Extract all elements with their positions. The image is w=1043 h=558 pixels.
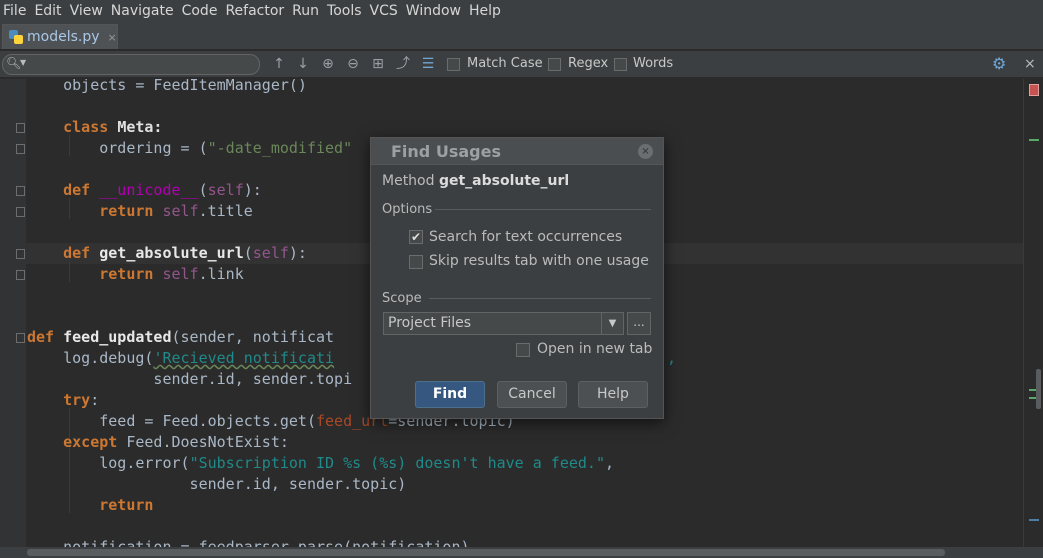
open-in-new-tab-checkbox[interactable]	[516, 343, 530, 357]
code-line: notification = feedparser.parse(notifica…	[27, 538, 470, 547]
close-icon[interactable]: ×	[108, 31, 117, 44]
menu-file[interactable]: File	[0, 0, 30, 22]
fold-marker-icon[interactable]	[16, 207, 25, 217]
scope-select[interactable]: Project Files ▼	[383, 312, 624, 335]
add-occurrence-icon[interactable]: ⊕	[319, 55, 337, 73]
match-case-checkbox[interactable]	[447, 58, 460, 71]
code-line: log.debug('Recieved notificati	[27, 349, 335, 367]
code-line: def get_absolute_url(self):	[63, 244, 307, 262]
chevron-down-icon[interactable]: ▼	[601, 313, 623, 334]
code-line: except Feed.DoesNotExist:	[63, 433, 289, 451]
code-line: return self.link	[99, 265, 244, 283]
search-text-occurrences-label[interactable]: Search for text occurrences	[429, 229, 622, 245]
find-usages-dialog: Find Usages × Method get_absolute_url Op…	[370, 137, 664, 419]
code-line: try:	[63, 391, 100, 409]
code-line: sender.id, sender.topi	[27, 370, 353, 388]
editor-tab-bar: models.py ×	[0, 22, 1043, 50]
dialog-title: Find Usages	[391, 142, 501, 161]
code-line: return	[99, 496, 154, 514]
python-file-icon	[9, 30, 23, 44]
code-line: objects = FeedItemManager()	[27, 79, 307, 94]
regex-label[interactable]: Regex	[568, 56, 608, 71]
menu-bar: File Edit View Navigate Code Refactor Ru…	[0, 0, 1043, 22]
words-checkbox[interactable]	[614, 58, 627, 71]
menu-navigate[interactable]: Navigate	[107, 0, 178, 22]
code-line: def __unicode__(self):	[63, 181, 262, 199]
arrow-down-icon[interactable]: ↓	[294, 55, 312, 73]
skip-results-tab-checkbox[interactable]	[409, 255, 423, 269]
fold-marker-icon[interactable]	[16, 249, 25, 259]
open-in-new-tab-label[interactable]: Open in new tab	[537, 341, 652, 357]
options-section-label: Options	[382, 202, 433, 217]
search-field: 🔍︎ ▼	[2, 54, 260, 75]
error-indicator-icon[interactable]	[1029, 84, 1039, 96]
close-icon[interactable]: ×	[1024, 56, 1036, 72]
horizontal-scrollbar-thumb[interactable]	[27, 549, 945, 556]
fold-marker-icon[interactable]	[16, 333, 25, 343]
chevron-down-icon[interactable]: ▼	[20, 58, 26, 67]
file-tab-models-py[interactable]: models.py ×	[2, 24, 118, 49]
skip-results-tab-label[interactable]: Skip results tab with one usage	[429, 253, 649, 269]
fold-marker-icon[interactable]	[16, 270, 25, 280]
scope-selected-value: Project Files	[388, 315, 472, 331]
fold-marker-icon[interactable]	[16, 144, 25, 154]
regex-checkbox[interactable]	[548, 58, 561, 71]
find-button[interactable]: Find	[415, 381, 485, 408]
export-icon[interactable]: ⤴	[394, 55, 412, 73]
close-icon[interactable]: ×	[638, 144, 653, 159]
vertical-scrollbar-thumb[interactable]	[1036, 369, 1041, 409]
arrow-up-icon[interactable]: ↑	[270, 55, 288, 73]
menu-vcs[interactable]: VCS	[366, 0, 402, 22]
scope-more-button[interactable]: ...	[627, 312, 651, 335]
fold-marker-icon[interactable]	[16, 186, 25, 196]
menu-refactor[interactable]: Refactor	[221, 0, 288, 22]
horizontal-scrollbar[interactable]	[0, 547, 1043, 558]
code-line: ordering = ("-date_modified"	[27, 139, 353, 157]
filter-icon[interactable]: ☰	[419, 55, 437, 73]
dialog-title-bar[interactable]: Find Usages ×	[371, 138, 663, 165]
words-label[interactable]: Words	[633, 56, 673, 71]
code-line-fragment: ,	[667, 349, 677, 367]
gear-icon[interactable]: ⚙	[992, 54, 1006, 73]
menu-help[interactable]: Help	[465, 0, 505, 22]
code-line: def feed_updated(sender, notificat	[27, 328, 335, 346]
code-line: class Meta:	[63, 118, 163, 136]
menu-edit[interactable]: Edit	[30, 0, 65, 22]
match-case-label[interactable]: Match Case	[467, 56, 543, 71]
menu-tools[interactable]: Tools	[323, 0, 366, 22]
code-line: return self.title	[99, 202, 253, 220]
search-icon[interactable]: 🔍︎	[6, 56, 21, 70]
fold-marker-icon[interactable]	[16, 123, 25, 133]
menu-run[interactable]: Run	[288, 0, 323, 22]
method-description: Method get_absolute_url	[382, 173, 570, 189]
search-text-occurrences-checkbox[interactable]: ✔	[409, 230, 423, 244]
search-input[interactable]	[31, 56, 256, 73]
select-all-occurrences-icon[interactable]: ⊞	[369, 55, 387, 73]
code-line: sender.id, sender.topic)	[27, 475, 407, 493]
scope-section-label: Scope	[382, 291, 422, 306]
file-tab-label: models.py	[27, 29, 100, 45]
menu-window[interactable]: Window	[402, 0, 465, 22]
code-line: log.error("Subscription ID %s (%s) doesn…	[27, 454, 615, 472]
error-stripe[interactable]	[1023, 79, 1043, 547]
menu-code[interactable]: Code	[178, 0, 222, 22]
help-button[interactable]: Help	[578, 381, 648, 408]
menu-view[interactable]: View	[66, 0, 107, 22]
find-toolbar: 🔍︎ ▼ ↑ ↓ ⊕ ⊖ ⊞ ⤴ ☰ Match Case Regex Word…	[0, 51, 1043, 78]
cancel-button[interactable]: Cancel	[497, 381, 567, 408]
remove-occurrence-icon[interactable]: ⊖	[344, 55, 362, 73]
